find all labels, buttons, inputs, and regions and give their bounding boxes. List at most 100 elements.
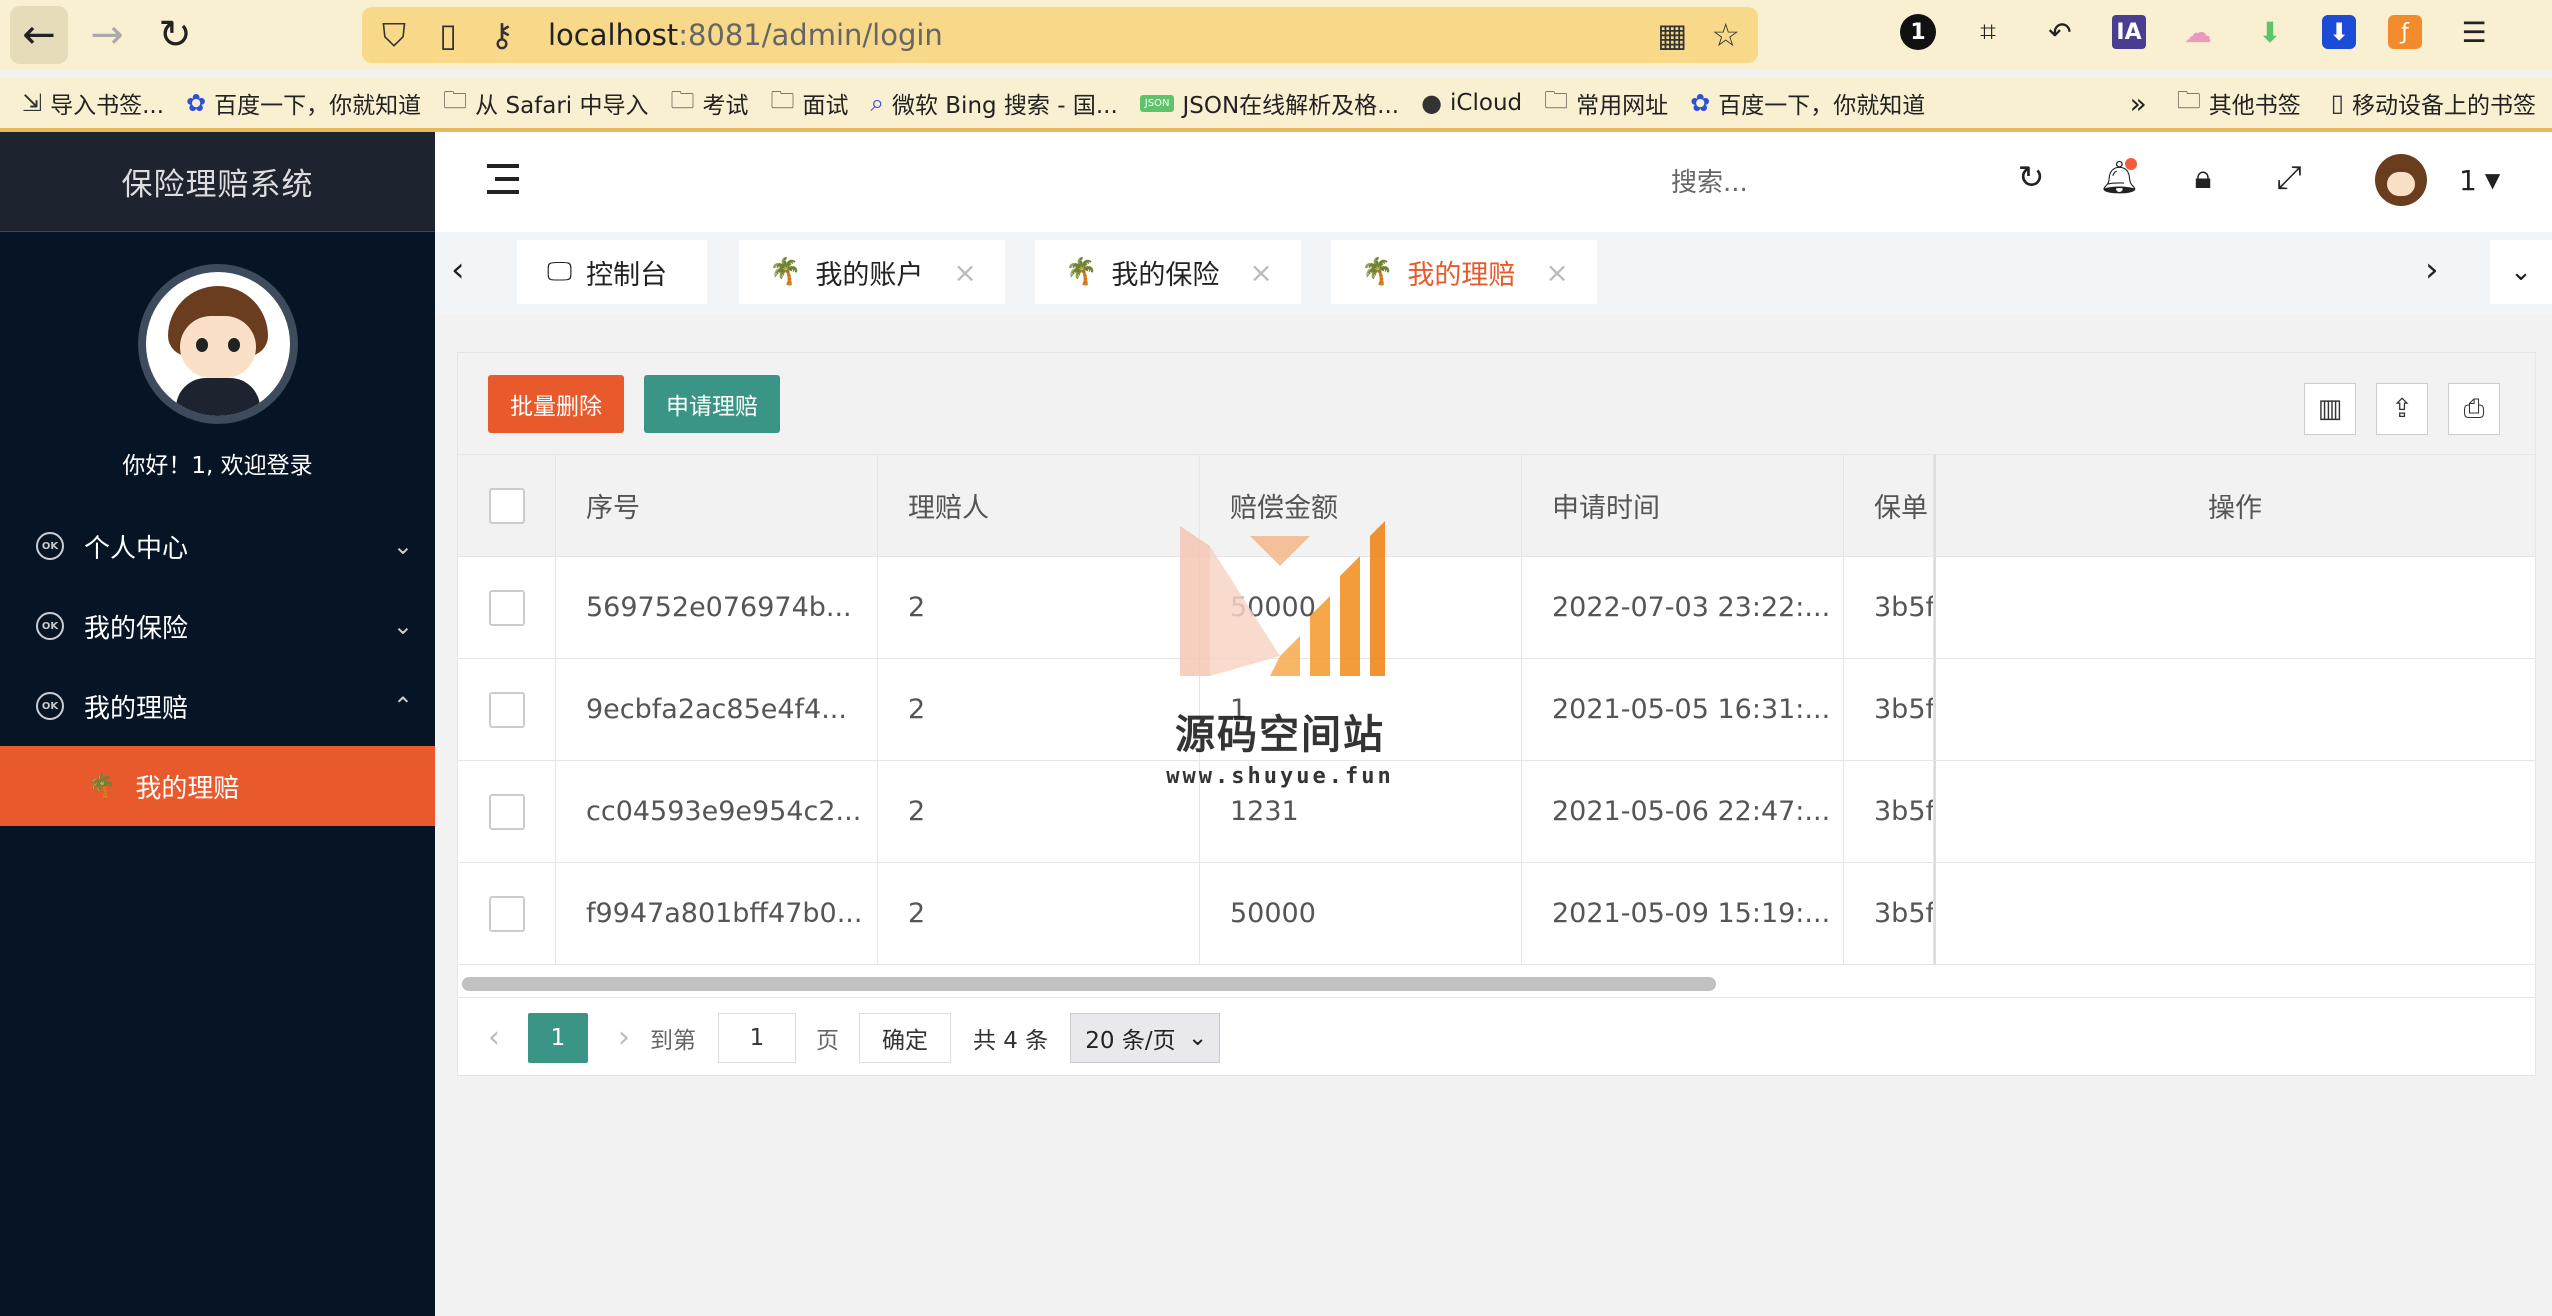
page-icon: ▯ [439, 16, 457, 54]
goto-confirm-button[interactable]: 确定 [859, 1012, 951, 1063]
table-cell: 3b5f [1844, 863, 1934, 964]
lock-icon[interactable]: 🔒︎ [2185, 158, 2221, 197]
close-icon[interactable]: × [1249, 256, 1272, 289]
tab-bar: ‹ 🖵 控制台 🌴 我的账户 × 🌴 我的保险 × 🌴 我的理赔 × › ⌄ [435, 232, 2552, 314]
qr-code-icon[interactable]: ▦ [1657, 16, 1687, 54]
bookmark-item[interactable]: ⇲ 导入书签... [22, 86, 164, 120]
bookmark-item[interactable]: 🗀 从 Safari 中导入 [443, 83, 648, 124]
cloud-upload-icon[interactable]: ☁ [2178, 12, 2218, 52]
column-header[interactable]: 序号 [556, 455, 878, 556]
sidebar-item-label: 个人中心 [84, 533, 189, 564]
menu-icon[interactable]: ☰ [2454, 12, 2494, 52]
row-checkbox[interactable] [488, 895, 525, 932]
url-text[interactable]: localhost:8081/admin/login [548, 18, 943, 52]
sidebar-item-my-claims[interactable]: OK 我的理赔 ⌃ [0, 666, 435, 746]
sidebar-menu: OK 个人中心 ⌄ OK 我的保险 ⌄ OK 我的理赔 ⌃ 🌴 我的理赔 [0, 506, 435, 826]
bookmark-item[interactable]: 🗀 考试 [671, 83, 749, 124]
table-cell: 569752e076974b... [556, 557, 878, 658]
column-header[interactable]: 申请时间 [1522, 455, 1844, 556]
bookmark-item[interactable]: ● iCloud [1421, 89, 1522, 117]
refresh-icon[interactable]: ↻ [2013, 158, 2049, 197]
bookmark-item[interactable]: ⌕ 微软 Bing 搜索 - 国... [871, 86, 1118, 120]
extension-ia-icon[interactable]: IA [2112, 15, 2146, 49]
avatar [2375, 154, 2427, 206]
key-icon[interactable]: ⚷ [486, 16, 518, 54]
extension-orange-icon[interactable]: ƒ [2388, 15, 2422, 49]
batch-delete-button[interactable]: 批量删除 [488, 375, 624, 433]
table-cell: 2021-05-09 15:19:... [1522, 863, 1844, 964]
export-icon[interactable]: ⇪ [2376, 383, 2428, 435]
forward-button[interactable]: → [78, 6, 136, 64]
undo-icon[interactable]: ↶ [2040, 12, 2080, 52]
bookmark-item[interactable]: ▯ 移动设备上的书签 [2331, 86, 2536, 120]
tab-scroll-left-icon[interactable]: ‹ [451, 250, 465, 290]
reload-button[interactable]: ↻ [146, 6, 204, 64]
watermark: 源码空间站 www.shuyue.fun [1160, 516, 1400, 789]
tab-my-account[interactable]: 🌴 我的账户 × [739, 240, 1005, 304]
fullscreen-icon[interactable]: ⤢ [2271, 158, 2307, 197]
bell-icon[interactable]: 🔔︎ [2099, 158, 2140, 197]
bookmark-item[interactable]: 🗀 其他书签 [2177, 83, 2301, 124]
sidebar-item-my-insurance[interactable]: OK 我的保险 ⌄ [0, 586, 435, 666]
palm-tree-icon: 🌴 [769, 257, 802, 287]
back-button[interactable]: ← [10, 6, 68, 64]
tab-my-insurance[interactable]: 🌴 我的保险 × [1035, 240, 1301, 304]
bookmark-star-icon[interactable]: ☆ [1711, 16, 1740, 54]
app-title: 保险理赔系统 [0, 132, 435, 232]
download-icon[interactable]: ⬇ [2322, 15, 2356, 49]
address-bar[interactable]: ⛉ ▯ ⚷ localhost:8081/admin/login ▦ ☆ [362, 7, 1758, 63]
column-header[interactable]: 保单 [1844, 455, 1934, 556]
row-checkbox[interactable] [488, 793, 525, 830]
select-all-checkbox[interactable] [488, 487, 525, 524]
next-page-icon[interactable]: › [618, 1020, 630, 1055]
extension-green-icon[interactable]: ⬇ [2250, 12, 2290, 52]
column-header: 操作 [1934, 455, 2534, 556]
sidebar-item-personal-center[interactable]: OK 个人中心 ⌄ [0, 506, 435, 586]
crop-icon[interactable]: ⌗ [1968, 12, 2008, 52]
bookmark-item[interactable]: ✿ 百度一下，你就知道 [186, 86, 421, 120]
tab-label: 控制台 [586, 259, 668, 291]
bookmark-label: 移动设备上的书签 [2352, 93, 2536, 119]
close-icon[interactable]: × [953, 256, 976, 289]
user-menu[interactable]: 1 ▼ [2375, 154, 2500, 206]
table-cell: 2021-05-05 16:31:... [1522, 659, 1844, 760]
tab-my-claims[interactable]: 🌴 我的理赔 × [1331, 240, 1597, 304]
page-button-current[interactable]: 1 [528, 1012, 588, 1063]
total-count: 共 4 条 [973, 1027, 1049, 1054]
sidebar-subitem-my-claims[interactable]: 🌴 我的理赔 [0, 746, 435, 826]
select-all-cell [458, 455, 556, 556]
prev-page-icon[interactable]: ‹ [488, 1020, 500, 1055]
horizontal-scrollbar[interactable] [458, 967, 2535, 997]
tab-dropdown-icon[interactable]: ⌄ [2490, 240, 2552, 304]
tab-label: 我的保险 [1111, 259, 1220, 291]
shield-icon[interactable]: ⛉ [378, 16, 410, 55]
extension-1password-icon[interactable]: 1 [1900, 14, 1936, 50]
bookmarks-bar: ⇲ 导入书签... ✿ 百度一下，你就知道 🗀 从 Safari 中导入 🗀 考试 🗀 面… [0, 78, 2552, 128]
print-icon[interactable]: ⎙ [2448, 383, 2500, 435]
column-header[interactable]: 理赔人 [878, 455, 1200, 556]
more-bookmarks-icon[interactable]: » [2130, 87, 2147, 120]
bookmark-item[interactable]: ✿ 百度一下，你就知道 [1690, 86, 1925, 120]
row-checkbox[interactable] [488, 589, 525, 626]
apply-claim-button[interactable]: 申请理赔 [644, 375, 780, 433]
goto-page-input[interactable]: 1 [718, 1012, 796, 1063]
sidebar-item-label: 我的保险 [84, 613, 189, 644]
baidu-paw-icon: ✿ [186, 89, 207, 117]
columns-filter-icon[interactable]: ▥ [2304, 383, 2356, 435]
table-toolbar: 批量删除 申请理赔 ▥ ⇪ ⎙ [458, 353, 2535, 455]
bookmark-item[interactable]: JSON JSON在线解析及格... [1139, 86, 1399, 120]
bookmark-label: 面试 [802, 93, 849, 119]
tab-console[interactable]: 🖵 控制台 [517, 240, 707, 304]
tab-scroll-right-icon[interactable]: › [2425, 250, 2439, 290]
scrollbar-thumb[interactable] [462, 977, 1716, 991]
close-icon[interactable]: × [1545, 256, 1568, 289]
bookmark-item[interactable]: 🗀 常用网址 [1544, 83, 1668, 124]
row-checkbox[interactable] [488, 691, 525, 728]
page-size-select[interactable]: 20 条/页 ⌄ [1070, 1012, 1221, 1063]
bookmark-item[interactable]: 🗀 面试 [771, 83, 849, 124]
folder-icon: 🗀 [443, 85, 468, 114]
page-size-value: 20 条/页 [1085, 1027, 1176, 1054]
menu-toggle-icon[interactable] [487, 164, 519, 198]
search-input[interactable]: 搜索... [1671, 162, 1748, 199]
notification-dot [2125, 158, 2137, 170]
